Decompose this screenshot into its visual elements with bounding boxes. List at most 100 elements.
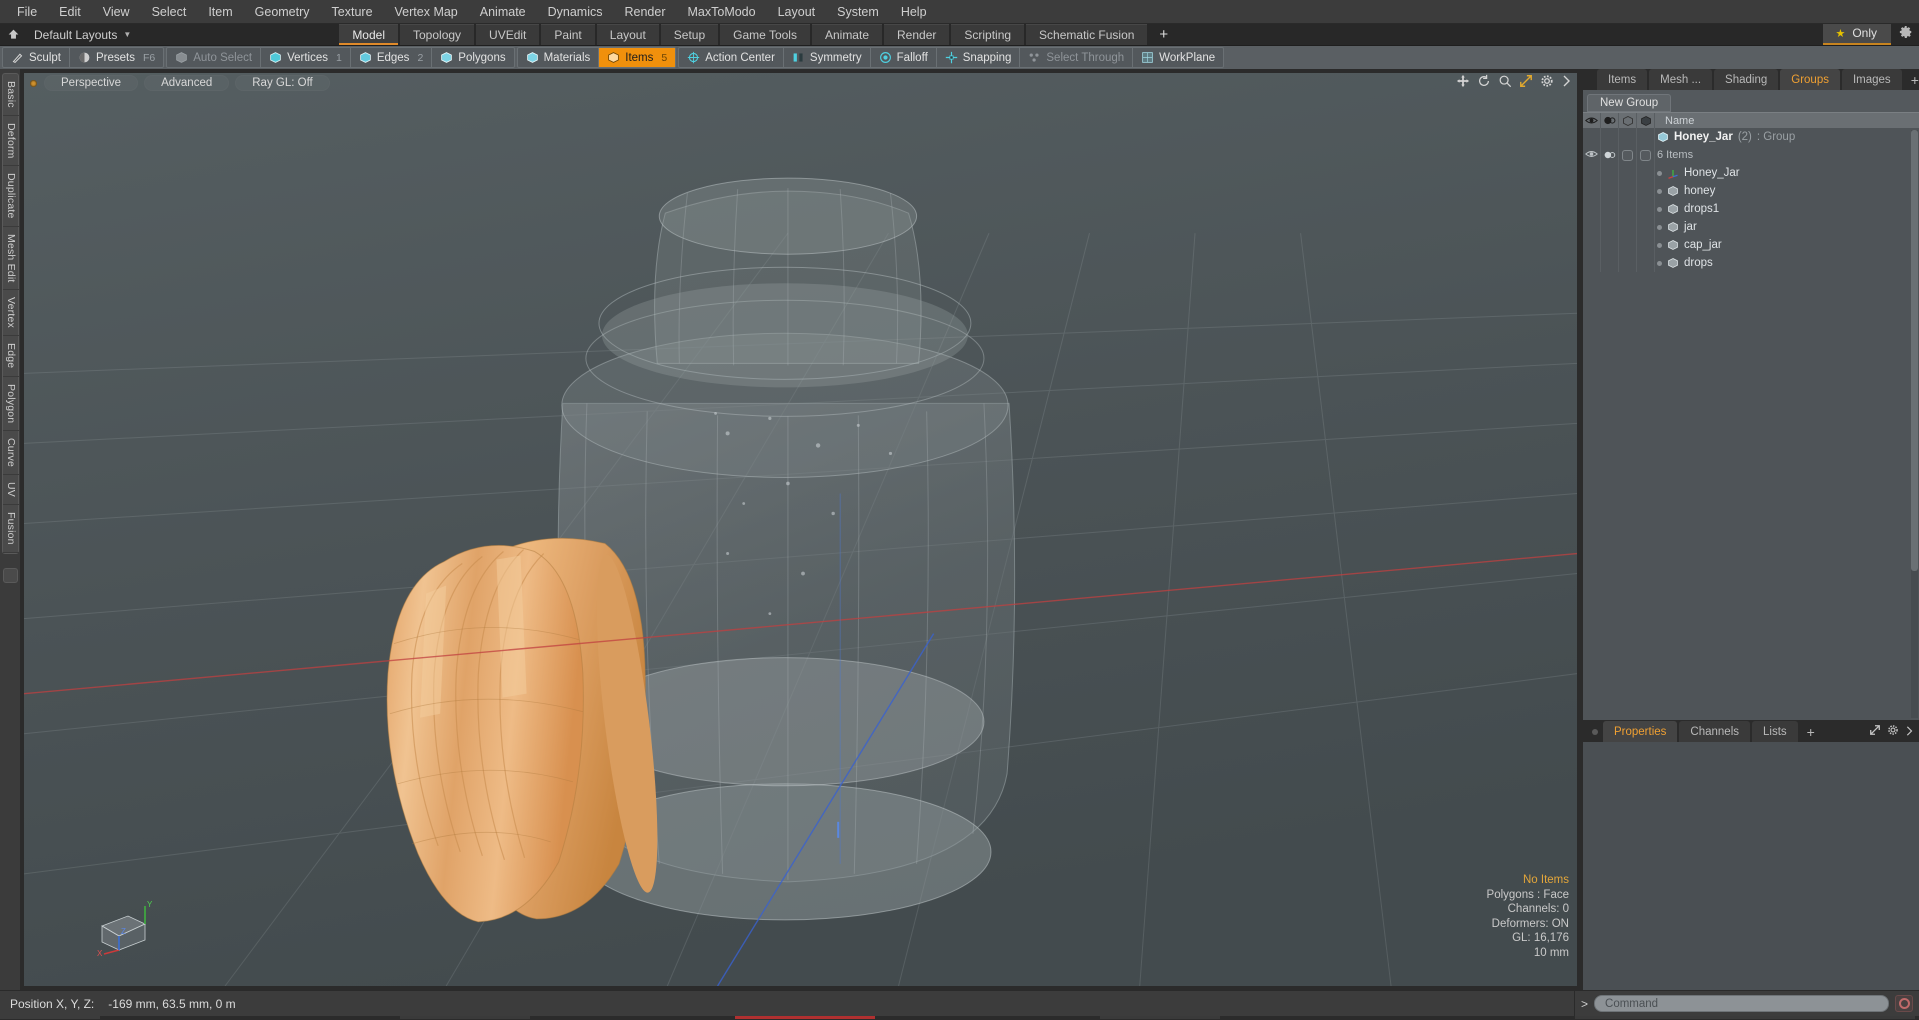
tab-paint[interactable]: Paint <box>541 24 595 45</box>
toolbar-presets-button[interactable]: Presets F6 <box>70 48 163 67</box>
toolbar-select-through-button[interactable]: Select Through <box>1020 48 1134 67</box>
command-input[interactable]: Command <box>1594 995 1889 1012</box>
sidebar-item-vertex[interactable]: Vertex <box>2 290 20 337</box>
tab-scripting[interactable]: Scripting <box>951 24 1025 45</box>
sidebar-item-mesh-edit[interactable]: Mesh Edit <box>2 227 20 291</box>
gear-icon[interactable] <box>1540 74 1554 93</box>
menu-item-texture[interactable]: Texture <box>321 0 384 24</box>
zoom-magnifier-icon[interactable] <box>1498 74 1512 93</box>
menu-item-view[interactable]: View <box>92 0 141 24</box>
toolbar-materials-button[interactable]: Materials <box>518 48 600 67</box>
viewport-perspective-dropdown[interactable]: Perspective <box>44 75 139 91</box>
panel-add-tab-button[interactable]: + <box>1904 69 1919 90</box>
menu-item-edit[interactable]: Edit <box>48 0 92 24</box>
gear-icon[interactable] <box>1899 25 1913 44</box>
tree-row-child[interactable]: cap_jar <box>1583 236 1919 254</box>
menu-item-maxtomodo[interactable]: MaxToModo <box>677 0 767 24</box>
viewport-indicator-icon[interactable] <box>30 79 37 87</box>
eye-visibility-icon[interactable] <box>1583 113 1601 128</box>
sidebar-item-duplicate[interactable]: Duplicate <box>2 166 20 227</box>
wireframe-icon[interactable] <box>1619 113 1637 128</box>
row-shade-checkbox[interactable] <box>1637 146 1655 164</box>
viewport-3d[interactable]: Perspective Advanced Ray GL: Off Y X Z N… <box>24 73 1577 986</box>
toolbar-workplane-button[interactable]: WorkPlane <box>1133 48 1223 67</box>
toolbar-falloff-button[interactable]: Falloff <box>871 48 937 67</box>
tab-render[interactable]: Render <box>884 24 950 45</box>
menu-item-system[interactable]: System <box>826 0 890 24</box>
toolbar-action-center-button[interactable]: Action Center <box>679 48 784 67</box>
toolbar-symmetry-button[interactable]: Symmetry <box>784 48 871 67</box>
menu-item-help[interactable]: Help <box>890 0 938 24</box>
menu-item-render[interactable]: Render <box>614 0 677 24</box>
sidebar-item-basic[interactable]: Basic <box>2 74 20 116</box>
left-rail-extra-button[interactable] <box>2 567 18 583</box>
menu-item-item[interactable]: Item <box>197 0 243 24</box>
tab-channels[interactable]: Channels <box>1679 721 1751 742</box>
sidebar-item-uv[interactable]: UV <box>2 475 20 506</box>
expand-arrows-icon[interactable] <box>1869 723 1881 741</box>
rotate-icon[interactable] <box>1477 74 1491 93</box>
viewport-shading-dropdown[interactable]: Advanced <box>144 75 230 91</box>
toolbar-edges-button[interactable]: Edges 2 <box>351 48 433 67</box>
row-wireframe-toggle[interactable] <box>1619 128 1637 146</box>
tab-mesh[interactable]: Mesh ... <box>1649 69 1713 90</box>
toolbar-items-button[interactable]: Items 5 <box>599 48 676 67</box>
home-icon[interactable] <box>0 24 26 45</box>
shaded-icon[interactable] <box>1637 113 1655 128</box>
tab-model[interactable]: Model <box>339 24 398 45</box>
tab-groups[interactable]: Groups <box>1780 69 1840 90</box>
tree-row-child[interactable]: drops <box>1583 254 1919 272</box>
menu-item-animate[interactable]: Animate <box>469 0 537 24</box>
tree-row-child[interactable]: Honey_Jar <box>1583 164 1919 182</box>
add-tab-button[interactable]: + <box>1149 24 1178 45</box>
toolbar-sculpt-button[interactable]: Sculpt <box>3 48 70 67</box>
chevron-right-icon[interactable] <box>1561 74 1571 92</box>
sidebar-item-edge[interactable]: Edge <box>2 336 20 377</box>
row-wire-checkbox[interactable] <box>1619 146 1637 164</box>
menu-item-file[interactable]: File <box>6 0 48 24</box>
menu-item-dynamics[interactable]: Dynamics <box>537 0 614 24</box>
properties-add-tab-button[interactable]: + <box>1800 721 1822 742</box>
chevron-right-icon[interactable] <box>1905 723 1913 741</box>
tab-game-tools[interactable]: Game Tools <box>720 24 810 45</box>
panel-menu-dot-icon[interactable] <box>1592 728 1598 735</box>
tab-layout[interactable]: Layout <box>596 24 659 45</box>
toolbar-vertices-button[interactable]: Vertices 1 <box>261 48 351 67</box>
move-icon[interactable] <box>1456 74 1470 93</box>
group-tree[interactable]: Honey_Jar (2) : Group 6 Items Honey_Jar … <box>1583 128 1919 720</box>
row-render-slot[interactable] <box>1601 146 1619 164</box>
tab-items[interactable]: Items <box>1597 69 1648 90</box>
fit-arrows-icon[interactable] <box>1519 74 1533 93</box>
tab-animate[interactable]: Animate <box>811 24 882 45</box>
tree-row-child[interactable]: honey <box>1583 182 1919 200</box>
row-eye-icon[interactable] <box>1583 128 1601 146</box>
tab-schematic-fusion[interactable]: Schematic Fusion <box>1026 24 1148 45</box>
tab-shading[interactable]: Shading <box>1714 69 1779 90</box>
tree-row-group[interactable]: Honey_Jar (2) : Group <box>1583 128 1919 146</box>
tab-setup[interactable]: Setup <box>660 24 719 45</box>
sidebar-item-polygon[interactable]: Polygon <box>2 377 20 432</box>
tree-scrollbar[interactable] <box>1911 130 1918 718</box>
menu-item-select[interactable]: Select <box>141 0 198 24</box>
tab-lists[interactable]: Lists <box>1752 721 1798 742</box>
tab-topology[interactable]: Topology <box>400 24 475 45</box>
sidebar-item-curve[interactable]: Curve <box>2 431 20 476</box>
gear-icon[interactable] <box>1887 723 1899 741</box>
render-visibility-icon[interactable] <box>1601 113 1619 128</box>
row-eye-slot[interactable] <box>1583 146 1601 164</box>
tree-row-child[interactable]: drops1 <box>1583 200 1919 218</box>
tree-row-child[interactable]: jar <box>1583 218 1919 236</box>
record-macro-button[interactable] <box>1895 995 1913 1012</box>
toolbar-polygons-button[interactable]: Polygons <box>432 48 513 67</box>
layout-preset-dropdown[interactable]: Default Layouts ▼ <box>26 24 139 45</box>
menu-item-layout[interactable]: Layout <box>767 0 827 24</box>
tab-properties[interactable]: Properties <box>1603 721 1678 742</box>
sidebar-item-fusion[interactable]: Fusion <box>2 505 20 553</box>
toolbar-auto-select-button[interactable]: Auto Select <box>167 48 262 67</box>
toolbar-snapping-button[interactable]: Snapping <box>937 48 1021 67</box>
row-render-icon[interactable] <box>1601 128 1619 146</box>
new-group-button[interactable]: New Group <box>1587 94 1672 112</box>
menu-item-vertex-map[interactable]: Vertex Map <box>384 0 469 24</box>
sidebar-item-deform[interactable]: Deform <box>2 116 20 167</box>
menu-item-geometry[interactable]: Geometry <box>244 0 321 24</box>
